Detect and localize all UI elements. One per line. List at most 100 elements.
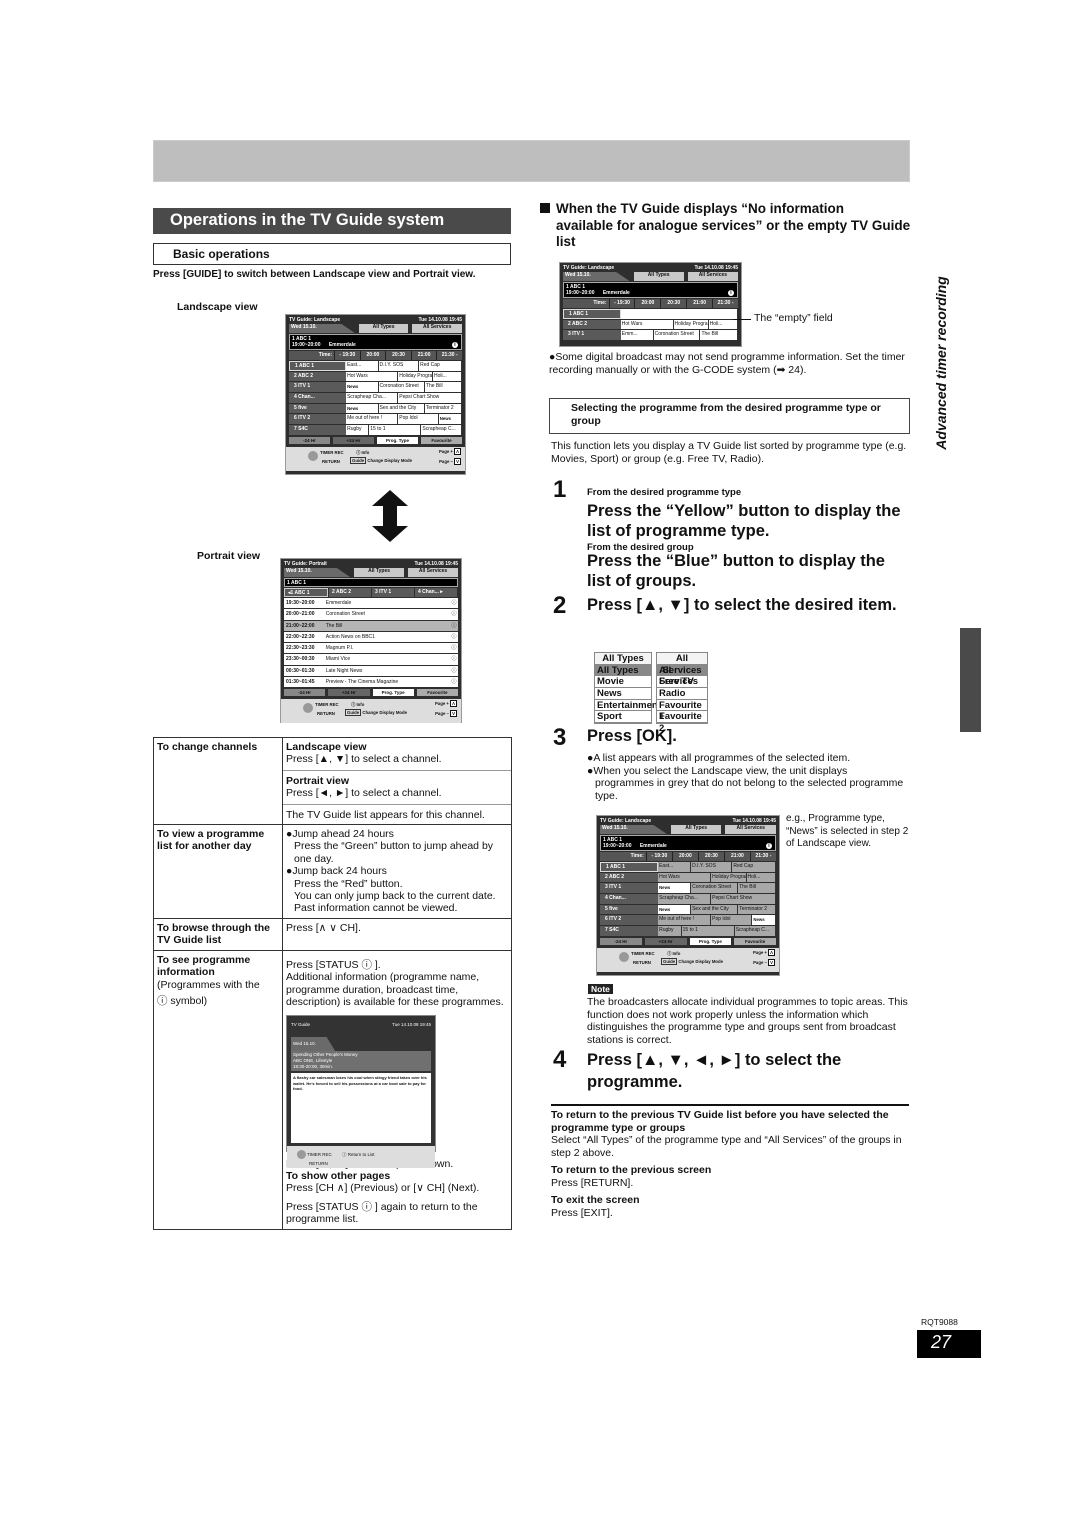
- programme-cell[interactable]: East...: [658, 862, 692, 872]
- channel-name[interactable]: 5 five: [289, 403, 347, 414]
- programme-cell[interactable]: Pop Idol: [711, 915, 753, 926]
- page-down-icon[interactable]: V: [454, 457, 461, 465]
- channel-row[interactable]: 2 ABC 2Hot WarsHoliday ProgrammeHoli...: [563, 319, 738, 330]
- programme-row[interactable]: 22:30~23:30 Magnum P.I. ⓘ: [284, 643, 458, 654]
- guide-button[interactable]: +24 Hr: [328, 689, 370, 697]
- programme-cell[interactable]: Holiday Programme: [673, 319, 709, 330]
- channel-row[interactable]: 7 S4C Rugby 15 to 1 Scrapheap C...: [289, 425, 462, 435]
- channel-name[interactable]: 5 five: [600, 904, 659, 915]
- programme-cell[interactable]: Scrapheap C...: [421, 425, 462, 435]
- guide-button[interactable]: Favourite: [421, 436, 462, 444]
- guide-button[interactable]: Prog. Type: [377, 436, 418, 444]
- programme-cell[interactable]: Rugby: [658, 926, 682, 936]
- channel-row[interactable]: 1 ABC 1 East... D.I.Y. SOS Red Cap: [289, 361, 462, 371]
- channel-name[interactable]: 7 S4C: [289, 425, 347, 435]
- channel-name[interactable]: 6 ITV 2: [289, 414, 347, 425]
- programme-cell[interactable]: News: [658, 883, 692, 894]
- channel-tab[interactable]: ◂1 ABC 1: [284, 588, 328, 597]
- page-down-icon[interactable]: V: [450, 710, 457, 718]
- programme-cell[interactable]: Coronation Street: [378, 382, 425, 393]
- programme-cell[interactable]: The Bill: [700, 330, 738, 341]
- channel-row[interactable]: 2 ABC 2Hot WarsHoliday ProgrammeHoli...: [289, 371, 462, 382]
- channel-row[interactable]: 5 five News Sex and the City Terminator 2: [600, 904, 776, 915]
- programme-cell[interactable]: Emm...: [620, 330, 654, 341]
- programme-cell[interactable]: Me out of here !: [658, 915, 712, 926]
- programme-cell[interactable]: Hot Wars: [346, 371, 399, 382]
- programme-cell[interactable]: Scrapheap C...: [734, 926, 776, 936]
- list-item[interactable]: Movie: [595, 676, 651, 689]
- channel-row[interactable]: 3 ITV 1 News Coronation Street The Bill: [600, 883, 776, 894]
- list-item[interactable]: Free TV: [657, 676, 707, 689]
- programme-cell[interactable]: Coronation Street: [653, 330, 701, 341]
- list-item[interactable]: Radio: [657, 688, 707, 700]
- programme-cell[interactable]: Hot Wars: [658, 872, 712, 883]
- channel-name[interactable]: 3 ITV 1: [289, 382, 347, 393]
- programme-cell[interactable]: The Bill: [424, 382, 462, 393]
- channel-row[interactable]: 3 ITV 1 Emm... Coronation Street The Bill: [563, 330, 738, 341]
- channel-name[interactable]: 4 Chan...: [600, 894, 659, 904]
- programme-cell[interactable]: Holiday Programme: [711, 872, 747, 883]
- programme-cell[interactable]: News: [658, 904, 692, 915]
- list-item[interactable]: Favourite 2: [657, 711, 707, 734]
- channel-name[interactable]: 2 ABC 2: [563, 319, 621, 330]
- channel-tab[interactable]: 4 Chan... ▸: [415, 588, 457, 597]
- channel-row[interactable]: 5 five News Sex and the City Terminator 2: [289, 403, 462, 414]
- programme-cell[interactable]: Scrapheap Cha...: [658, 894, 712, 904]
- programme-row[interactable]: 20:00~21:00 Coronation Street ⓘ: [284, 609, 458, 620]
- programme-cell[interactable]: Sex and the City: [378, 403, 425, 414]
- channel-row[interactable]: 7 S4C Rugby 15 to 1 Scrapheap C...: [600, 926, 776, 936]
- channel-row[interactable]: 6 ITV 2 Me out of here ! Pop Idol News: [289, 414, 462, 425]
- programme-cell[interactable]: News: [346, 403, 379, 414]
- programme-row[interactable]: 23:30~00:30 Miami Vice ⓘ: [284, 654, 458, 665]
- channel-name[interactable]: 7 S4C: [600, 926, 659, 936]
- programme-cell[interactable]: D.I.Y. SOS: [691, 862, 733, 872]
- guide-button[interactable]: -24 Hr: [284, 689, 326, 697]
- programme-row[interactable]: 21:00~22:00 The Bill ⓘ: [284, 620, 458, 631]
- page-up-icon[interactable]: Λ: [450, 700, 457, 708]
- page-down-icon[interactable]: V: [768, 958, 775, 966]
- programme-row[interactable]: 19:30~20:00 Emmerdale ⓘ: [284, 598, 458, 609]
- programme-cell[interactable]: D.I.Y. SOS: [378, 361, 420, 371]
- channel-name[interactable]: 2 ABC 2: [289, 371, 347, 382]
- programme-row[interactable]: 01:30~01:45 Preview - The Cinema Magazine…: [284, 677, 458, 688]
- list-item[interactable]: News: [595, 688, 651, 700]
- programme-cell[interactable]: Pepsi Chart Show: [711, 894, 776, 904]
- programme-cell[interactable]: Holi...: [433, 371, 462, 382]
- programme-cell[interactable]: Holiday Programme: [398, 371, 433, 382]
- page-up-icon[interactable]: Λ: [768, 948, 775, 956]
- programme-cell[interactable]: Terminator 2: [424, 403, 462, 414]
- channel-name[interactable]: 6 ITV 2: [600, 915, 659, 926]
- programme-cell[interactable]: Me out of here !: [346, 414, 399, 425]
- programme-cell[interactable]: News: [438, 414, 462, 425]
- list-item[interactable]: Favourite 1: [657, 699, 707, 722]
- programme-cell[interactable]: Holi...: [746, 872, 776, 883]
- channel-name[interactable]: 1 ABC 1: [289, 361, 347, 371]
- programme-cell[interactable]: Scrapheap Cha...: [346, 393, 399, 403]
- programme-cell[interactable]: Coronation Street: [691, 883, 739, 894]
- programme-cell[interactable]: Terminator 2: [738, 904, 776, 915]
- guide-button[interactable]: Prog. Type: [689, 937, 732, 945]
- list-item[interactable]: Entertainment: [595, 699, 661, 712]
- programme-row[interactable]: 22:00~22:30 Action News on BBC1 ⓘ: [284, 631, 458, 643]
- programme-cell[interactable]: Holi...: [708, 319, 738, 330]
- guide-button[interactable]: Favourite: [416, 689, 458, 697]
- channel-row[interactable]: 1 ABC 1: [563, 309, 738, 319]
- channel-row[interactable]: 1 ABC 1 East... D.I.Y. SOS Red Cap: [600, 862, 776, 872]
- channel-tab[interactable]: 2 ABC 2: [329, 588, 371, 597]
- channel-name[interactable]: 4 Chan...: [289, 393, 347, 403]
- programme-cell[interactable]: Pop Idol: [398, 414, 439, 425]
- programme-cell[interactable]: 15 to 1: [369, 425, 422, 435]
- list-item[interactable]: All Types: [595, 664, 651, 677]
- programme-row[interactable]: 00:30~01:30 Late Night News ⓘ: [284, 665, 458, 677]
- programme-cell[interactable]: Hot Wars: [620, 319, 674, 330]
- guide-button[interactable]: Prog. Type: [372, 689, 414, 697]
- programme-cell[interactable]: News: [752, 915, 776, 926]
- channel-name[interactable]: 2 ABC 2: [600, 872, 659, 883]
- channel-row[interactable]: 6 ITV 2 Me out of here ! Pop Idol News: [600, 915, 776, 926]
- empty-programme-cell[interactable]: [620, 309, 738, 319]
- programme-cell[interactable]: Red Cap: [419, 361, 462, 371]
- programme-cell[interactable]: Red Cap: [732, 862, 776, 872]
- page-up-icon[interactable]: Λ: [454, 447, 461, 455]
- channel-name[interactable]: 1 ABC 1: [600, 862, 659, 872]
- programme-cell[interactable]: 15 to 1: [681, 926, 735, 936]
